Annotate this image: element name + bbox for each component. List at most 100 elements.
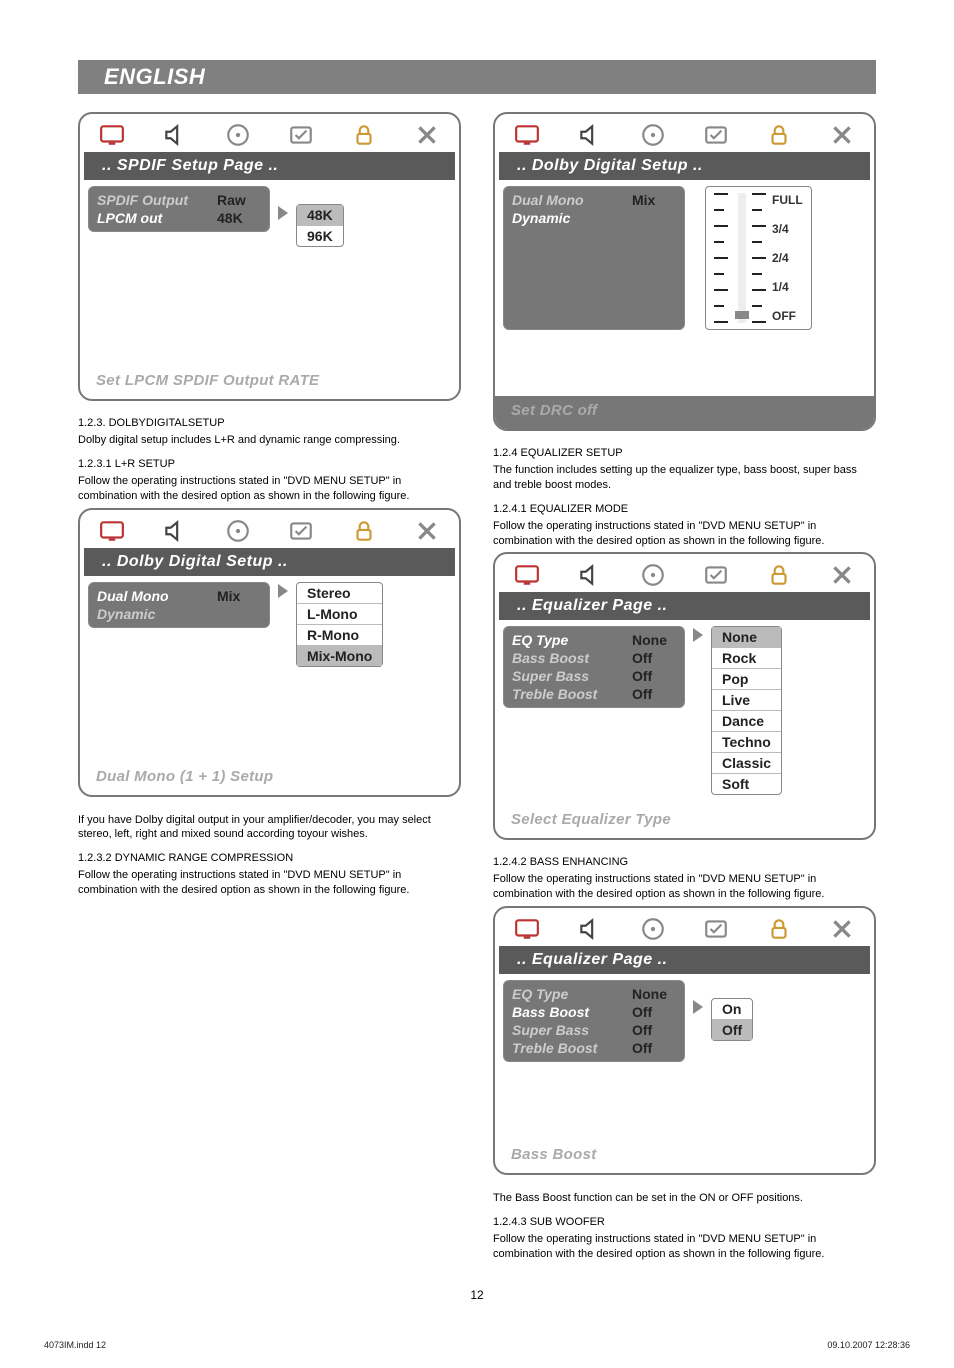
- menu-item-label: LPCM out: [97, 210, 207, 226]
- monitor-icon: [94, 120, 130, 150]
- menu-item-label: Super Bass: [512, 1022, 622, 1038]
- menu-item-label: EQ Type: [512, 986, 622, 1002]
- section-heading: 1.2.3.1 L+R SETUP: [78, 458, 461, 470]
- option-item[interactable]: Techno: [712, 732, 781, 753]
- menu-list[interactable]: EQ TypeNone Bass BoostOff Super BassOff …: [503, 980, 685, 1062]
- menu-list[interactable]: EQ TypeNone Bass BoostOff Super BassOff …: [503, 626, 685, 708]
- print-footer: 4073IM.indd 12 09.10.2007 12:28:36: [0, 1322, 954, 1368]
- arrow-icon: [693, 626, 703, 642]
- drc-label: OFF: [772, 309, 803, 323]
- lock-icon: [761, 120, 797, 150]
- option-item[interactable]: Mix-Mono: [297, 646, 382, 666]
- menu-item-value: Raw: [217, 192, 261, 208]
- panel-eq-type: .. Equalizer Page .. EQ TypeNone Bass Bo…: [493, 552, 876, 840]
- options-list[interactable]: On Off: [711, 998, 753, 1041]
- menu-item-label: Treble Boost: [512, 686, 622, 702]
- body-text: Follow the operating instructions stated…: [493, 1232, 876, 1262]
- drc-label: FULL: [772, 193, 803, 207]
- option-item[interactable]: 96K: [297, 226, 343, 246]
- monitor-icon: [509, 120, 545, 150]
- panel-hint: Select Equalizer Type: [495, 805, 874, 838]
- menu-item-value: Mix: [217, 588, 261, 604]
- lock-icon: [761, 914, 797, 944]
- body-text: Follow the operating instructions stated…: [78, 868, 461, 898]
- menu-item-label: Bass Boost: [512, 1004, 622, 1020]
- footer-left: 4073IM.indd 12: [44, 1340, 106, 1350]
- option-item[interactable]: None: [712, 627, 781, 648]
- menu-item-value: None: [632, 986, 676, 1002]
- menu-item-label: SPDIF Output: [97, 192, 207, 208]
- section-heading: 1.2.4 EQUALIZER SETUP: [493, 447, 876, 459]
- option-item[interactable]: Stereo: [297, 583, 382, 604]
- panel-dolby-drc: .. Dolby Digital Setup .. Dual MonoMix D…: [493, 112, 876, 431]
- menu-item-label: Dynamic: [97, 606, 207, 622]
- menu-item-label: Super Bass: [512, 668, 622, 684]
- lock-icon: [761, 560, 797, 590]
- speaker-icon: [572, 120, 608, 150]
- options-list[interactable]: None Rock Pop Live Dance Techno Classic …: [711, 626, 782, 795]
- option-item[interactable]: On: [712, 999, 752, 1020]
- footer-right: 09.10.2007 12:28:36: [827, 1340, 910, 1350]
- monitor-icon: [94, 516, 130, 546]
- menu-list[interactable]: Dual Mono Mix Dynamic: [88, 582, 270, 628]
- menu-item-label: Dynamic: [512, 210, 622, 226]
- body-text: Follow the operating instructions stated…: [78, 474, 461, 504]
- speaker-icon: [572, 914, 608, 944]
- options-list[interactable]: Stereo L-Mono R-Mono Mix-Mono: [296, 582, 383, 667]
- menu-item-value: Off: [632, 1040, 676, 1056]
- options-list[interactable]: 48K 96K: [296, 204, 344, 247]
- panel-tabbar: [80, 510, 459, 548]
- menu-item-value: Off: [632, 1022, 676, 1038]
- body-text: If you have Dolby digital output in your…: [78, 813, 461, 843]
- option-item[interactable]: Pop: [712, 669, 781, 690]
- option-item[interactable]: Live: [712, 690, 781, 711]
- option-item[interactable]: Classic: [712, 753, 781, 774]
- check-icon: [283, 516, 319, 546]
- panel-title: .. Equalizer Page ..: [499, 592, 870, 620]
- arrow-icon: [693, 980, 703, 1014]
- menu-list[interactable]: Dual MonoMix Dynamic: [503, 186, 685, 330]
- panel-spdif: .. SPDIF Setup Page .. SPDIF Output Raw L…: [78, 112, 461, 401]
- menu-item-value: Off: [632, 1004, 676, 1020]
- section-heading: 1.2.4.1 EQUALIZER MODE: [493, 503, 876, 515]
- menu-item-label: Treble Boost: [512, 1040, 622, 1056]
- drc-slider[interactable]: FULL 3/4 2/4 1/4 OFF: [705, 186, 812, 330]
- drc-knob[interactable]: [735, 311, 749, 319]
- menu-item-value: 48K: [217, 210, 261, 226]
- option-item[interactable]: 48K: [297, 205, 343, 226]
- menu-item-value: Off: [632, 668, 676, 684]
- panel-title: .. SPDIF Setup Page ..: [84, 152, 455, 180]
- monitor-icon: [509, 914, 545, 944]
- check-icon: [283, 120, 319, 150]
- check-icon: [698, 560, 734, 590]
- section-heading: 1.2.3.2 DYNAMIC RANGE COMPRESSION: [78, 852, 461, 864]
- menu-item-label: EQ Type: [512, 632, 622, 648]
- option-item[interactable]: Dance: [712, 711, 781, 732]
- menu-item-label: Dual Mono: [97, 588, 207, 604]
- menu-item-value: [217, 606, 261, 622]
- panel-tabbar: [495, 554, 874, 592]
- disc-icon: [220, 120, 256, 150]
- option-item[interactable]: Soft: [712, 774, 781, 794]
- option-item[interactable]: Off: [712, 1020, 752, 1040]
- panel-tabbar: [80, 114, 459, 152]
- section-heading: 1.2.4.3 SUB WOOFER: [493, 1216, 876, 1228]
- language-header: ENGLISH: [78, 60, 876, 94]
- panel-hint: Set DRC off: [495, 396, 874, 429]
- close-icon: [409, 516, 445, 546]
- menu-item-value: Off: [632, 686, 676, 702]
- lock-icon: [346, 120, 382, 150]
- left-column: .. SPDIF Setup Page .. SPDIF Output Raw L…: [78, 112, 461, 1266]
- panel-hint: Bass Boost: [495, 1140, 874, 1173]
- option-item[interactable]: L-Mono: [297, 604, 382, 625]
- body-text: Dolby digital setup includes L+R and dyn…: [78, 433, 461, 448]
- section-heading: 1.2.3. DOLBYDIGITALSETUP: [78, 417, 461, 429]
- panel-title: .. Equalizer Page ..: [499, 946, 870, 974]
- menu-list[interactable]: SPDIF Output Raw LPCM out 48K: [88, 186, 270, 232]
- arrow-icon: [278, 186, 288, 220]
- monitor-icon: [509, 560, 545, 590]
- check-icon: [698, 120, 734, 150]
- close-icon: [824, 560, 860, 590]
- option-item[interactable]: Rock: [712, 648, 781, 669]
- option-item[interactable]: R-Mono: [297, 625, 382, 646]
